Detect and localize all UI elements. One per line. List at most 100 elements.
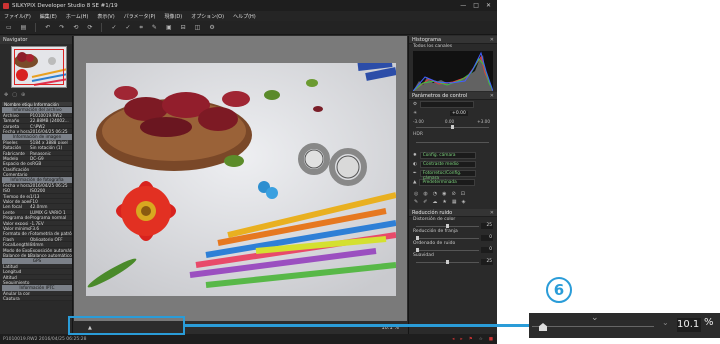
ev-max: +3.00 (477, 118, 491, 124)
info-value: 22.88MB (24002... (30, 118, 69, 123)
zoom-value-field[interactable]: 10.1 (677, 318, 701, 332)
batch-icon[interactable]: ✓ (126, 24, 131, 31)
control-params-header[interactable]: Parámetros de control ✕ (409, 92, 497, 100)
print-icon[interactable]: ⊟ (181, 24, 186, 31)
noise-slider-knob[interactable] (416, 248, 419, 252)
info-key: Tamaño (3, 118, 20, 123)
gear-icon[interactable]: ⚙ (413, 102, 417, 107)
fog-tool-icon[interactable]: ☁ (432, 199, 437, 205)
wb-tool-icon[interactable]: ◎ (414, 191, 418, 197)
info-key: Len focal (3, 204, 22, 209)
histogram-channel[interactable]: Todos los canales (409, 44, 497, 50)
star-tool-icon[interactable]: ★ (442, 199, 446, 205)
control-params-title: Parámetros de control (412, 92, 468, 99)
panel-close-icon[interactable]: ✕ (490, 37, 497, 43)
photo[interactable] (86, 63, 396, 296)
undo-icon[interactable]: ↶ (45, 24, 50, 31)
histogram-chart (413, 51, 493, 91)
panel-close-icon[interactable]: ✕ (490, 210, 497, 216)
zoom-icon[interactable]: ⊕ (21, 92, 25, 100)
navigator-view-rect[interactable] (14, 49, 64, 85)
lens-tool-icon[interactable]: ◉ (442, 191, 446, 197)
zoom-slider-track[interactable] (532, 326, 654, 327)
highlight-warning-icon[interactable]: ▸ (460, 337, 462, 342)
info-value: Programa normal (30, 215, 67, 220)
histogram-header[interactable]: Histograma ✕ (409, 36, 497, 44)
save-icon[interactable]: ▤ (21, 24, 27, 31)
noise-slider-knob[interactable] (446, 224, 449, 228)
noise-slider[interactable]: 0 (413, 235, 493, 241)
pan-icon[interactable]: ✥ (4, 92, 8, 100)
rating-icon[interactable]: ☆ (479, 337, 483, 342)
title-bar: SILKYPIX Developer Studio 8 SE #1/19 — □… (0, 0, 497, 11)
noise-slider-knob[interactable] (446, 260, 449, 264)
exposure-value[interactable]: +0.00 (450, 111, 468, 116)
noise-slider-knob[interactable] (416, 236, 419, 240)
exposure-slider-knob[interactable] (451, 125, 454, 129)
hdr-slider[interactable] (413, 139, 493, 145)
menu-options[interactable]: オプション(O) (191, 13, 224, 20)
stop-icon[interactable]: ■ (489, 337, 493, 342)
settings-icon[interactable]: ⚙ (209, 24, 214, 31)
compare-icon[interactable]: ◫ (195, 24, 201, 31)
rotate-tool-icon[interactable]: ⊘ (452, 191, 456, 197)
pencil-tool-icon[interactable]: ✎ (414, 199, 418, 205)
navigator-thumbnail[interactable] (11, 46, 67, 88)
menu-help[interactable]: ヘルプ(H) (233, 13, 256, 20)
minimize-button[interactable]: — (460, 2, 466, 9)
menu-file[interactable]: ファイル(F) (4, 13, 31, 20)
callout-number: 6 (546, 277, 572, 303)
sharp-select[interactable]: Predeterminada (419, 179, 476, 186)
info-value: sRGB (30, 161, 42, 166)
spot-tool-icon[interactable]: ◈ (462, 199, 466, 205)
noise-slider[interactable]: 0 (413, 247, 493, 253)
noise-header[interactable]: Reducción ruido ✕ (409, 209, 497, 217)
redo-icon[interactable]: ↷ (59, 24, 64, 31)
fullscreen-icon[interactable]: ▣ (166, 24, 172, 31)
menu-develop[interactable]: 現像(D) (164, 13, 182, 20)
info-key: Píxeles (3, 139, 18, 145)
noise-value[interactable]: 0 (481, 235, 493, 241)
noise-slider[interactable]: 25 (413, 223, 493, 229)
preset-select[interactable] (420, 101, 475, 108)
menu-edit[interactable]: 編集(E) (40, 13, 57, 20)
info-value (30, 296, 72, 300)
menu-parameters[interactable]: パラメータ(P) (124, 13, 156, 20)
develop-icon[interactable]: ✓ (111, 24, 116, 31)
close-button[interactable]: ✕ (486, 2, 491, 9)
info-key: Fecha y hora di (3, 128, 30, 134)
spot-icon[interactable]: ✎ (152, 24, 157, 31)
zoom-slider-knob[interactable] (539, 323, 547, 331)
maximize-button[interactable]: □ (473, 2, 479, 9)
mask-tool-icon[interactable]: ▦ (452, 199, 457, 205)
tone-select[interactable]: Config. cámara (419, 152, 476, 159)
rotate-left-icon[interactable]: ⟲ (73, 24, 78, 31)
image-viewer[interactable]: ▲ 10.1 % (74, 36, 407, 334)
chevron-down-icon[interactable]: ⌄ (591, 313, 599, 323)
noise-value[interactable]: 25 (481, 259, 493, 265)
fit-icon[interactable]: ▢ (12, 92, 17, 100)
contrast-select[interactable]: Contraste medio (419, 161, 476, 168)
color-select[interactable]: Fotorretoc/Config. cámara (419, 170, 476, 181)
tone-icon: ✹ (413, 153, 417, 158)
highlight-tool-icon[interactable]: ◔ (433, 191, 437, 197)
open-icon[interactable]: ▭ (6, 24, 12, 31)
info-value (30, 167, 72, 171)
panel-close-icon[interactable]: ✕ (490, 93, 497, 99)
menu-home[interactable]: ホーム(H) (66, 13, 89, 20)
exposure-slider[interactable] (413, 124, 493, 130)
crop-tool-icon[interactable]: ⊡ (461, 191, 465, 197)
noise-slider[interactable]: 25 (413, 259, 493, 265)
menu-view[interactable]: 表示(V) (97, 13, 114, 20)
zoom-dropdown-icon[interactable]: ⌄ (662, 318, 669, 327)
shadow-warning-icon[interactable]: ◂ (452, 337, 454, 342)
flag-icon[interactable]: ⚑ (469, 337, 473, 342)
rotate-right-icon[interactable]: ⟳ (87, 24, 92, 31)
noise-value[interactable]: 0 (481, 247, 493, 253)
crop-icon[interactable]: ⌗ (140, 24, 143, 32)
hue-tool-icon[interactable]: ◍ (423, 191, 427, 197)
noise-value[interactable]: 25 (481, 223, 493, 229)
info-value: F3.6 (30, 225, 40, 231)
highlight-frame (68, 316, 185, 335)
brush-tool-icon[interactable]: ✐ (423, 199, 427, 205)
